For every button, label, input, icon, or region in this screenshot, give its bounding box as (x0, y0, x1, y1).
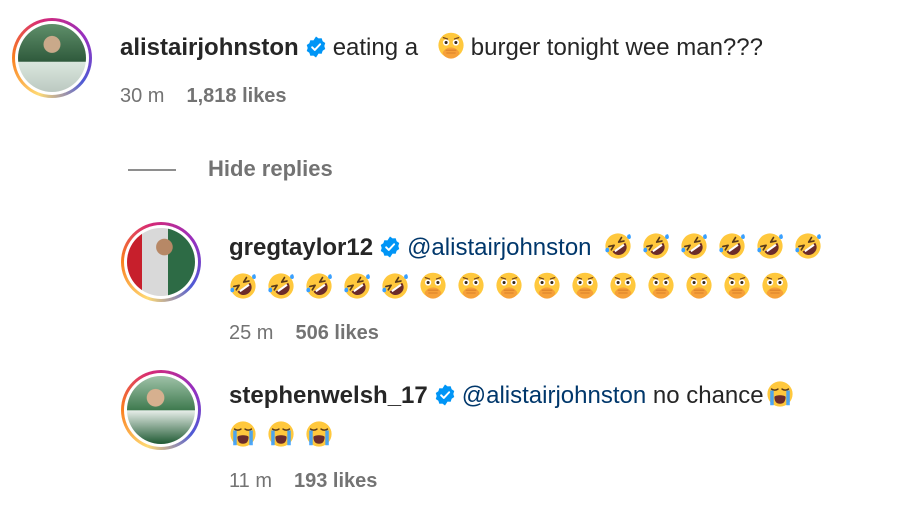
reply-time: 11 m (229, 470, 272, 492)
verified-icon (305, 36, 327, 58)
reply-avatar-image (127, 228, 195, 296)
comment-username[interactable]: alistairjohnston (120, 34, 299, 61)
reply-body: no chance (652, 382, 764, 409)
reply-mention[interactable]: @alistairjohnston (407, 234, 591, 261)
rofl-emoji-icon (267, 272, 295, 300)
reply-time: 25 m (229, 322, 274, 344)
shushing-face-icon (495, 272, 523, 300)
avatar[interactable] (12, 18, 92, 98)
reply-text: stephenwelsh_17 @alistairjohnston no chan… (229, 380, 899, 460)
rofl-emoji-icon (794, 232, 822, 260)
reply-mention[interactable]: @alistairjohnston (462, 382, 646, 409)
shushing-face-icon (723, 272, 751, 300)
crying-face-icon (305, 420, 333, 448)
rofl-emoji-icon (305, 272, 333, 300)
comment-meta: 30 m 1,818 likes (120, 85, 287, 108)
avatar-image (18, 24, 86, 92)
comment-text-after: burger tonight wee man??? (470, 34, 763, 61)
rofl-emoji-icon (756, 232, 784, 260)
reply-avatar-image (127, 376, 195, 444)
rofl-emoji-icon (381, 272, 409, 300)
shushing-face-icon (437, 32, 465, 60)
shushing-face-icon (761, 272, 789, 300)
comment-text-before: eating a (332, 34, 419, 61)
reply-likes[interactable]: 506 likes (295, 322, 378, 344)
shushing-face-icon (647, 272, 675, 300)
rofl-emoji-icon (343, 272, 371, 300)
replies-divider (128, 169, 176, 171)
reply-text: gregtaylor12 @alistairjohnston (229, 232, 899, 312)
rofl-emoji-icon (229, 272, 257, 300)
comment-likes[interactable]: 1,818 likes (186, 85, 286, 107)
verified-icon (434, 384, 456, 406)
shushing-face-icon (685, 272, 713, 300)
hide-replies-button[interactable]: Hide replies (208, 156, 333, 182)
comment-time: 30 m (120, 85, 165, 107)
shushing-face-icon (419, 272, 447, 300)
verified-icon (379, 236, 401, 258)
shushing-face-icon (533, 272, 561, 300)
reply-username[interactable]: gregtaylor12 (229, 234, 373, 261)
reply-likes[interactable]: 193 likes (294, 470, 377, 492)
shushing-face-icon (609, 272, 637, 300)
reply-username[interactable]: stephenwelsh_17 (229, 382, 428, 409)
rofl-emoji-icon (718, 232, 746, 260)
crying-face-icon (267, 420, 295, 448)
rofl-emoji-icon (642, 232, 670, 260)
crying-face-icon (766, 380, 794, 408)
reply-avatar[interactable] (121, 370, 201, 450)
reply-avatar[interactable] (121, 222, 201, 302)
reply-meta: 11 m 193 likes (229, 470, 377, 493)
shushing-face-icon (571, 272, 599, 300)
crying-face-icon (229, 420, 257, 448)
reply-meta: 25 m 506 likes (229, 322, 379, 345)
rofl-emoji-icon (680, 232, 708, 260)
rofl-emoji-icon (604, 232, 632, 260)
shushing-face-icon (457, 272, 485, 300)
